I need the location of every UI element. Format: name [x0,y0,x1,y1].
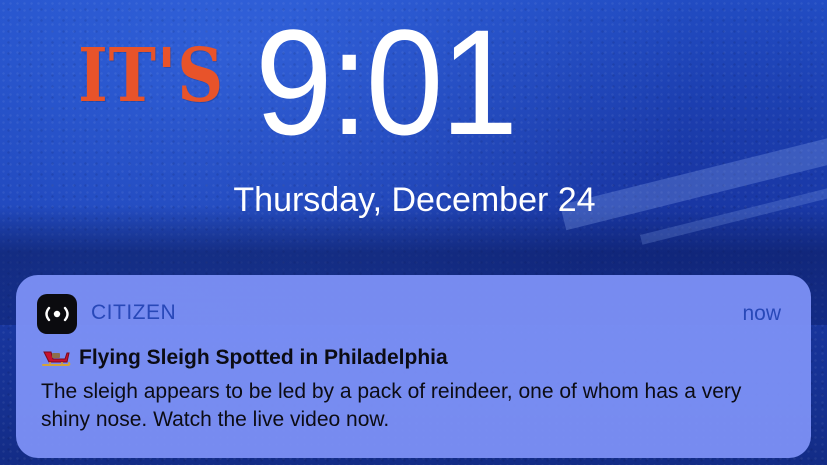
notification-body: The sleigh appears to be led by a pack o… [41,380,742,431]
notification-title-row: Flying Sleigh Spotted in Philadelphia [41,344,448,372]
citizen-broadcast-icon [37,294,77,334]
wallpaper-logo-text: IT'S [78,33,225,119]
notification-timestamp: now [742,302,781,325]
notification-title: Flying Sleigh Spotted in Philadelphia [79,346,448,369]
notification-app-name: CITIZEN [91,301,177,324]
notification-card[interactable]: CITIZEN now Flying Sleigh Spotted in Phi… [16,275,811,458]
sleigh-icon [41,347,71,369]
lock-screen-clock: 9:01 [255,0,518,166]
lock-screen-date: Thursday, December 24 [233,181,596,219]
